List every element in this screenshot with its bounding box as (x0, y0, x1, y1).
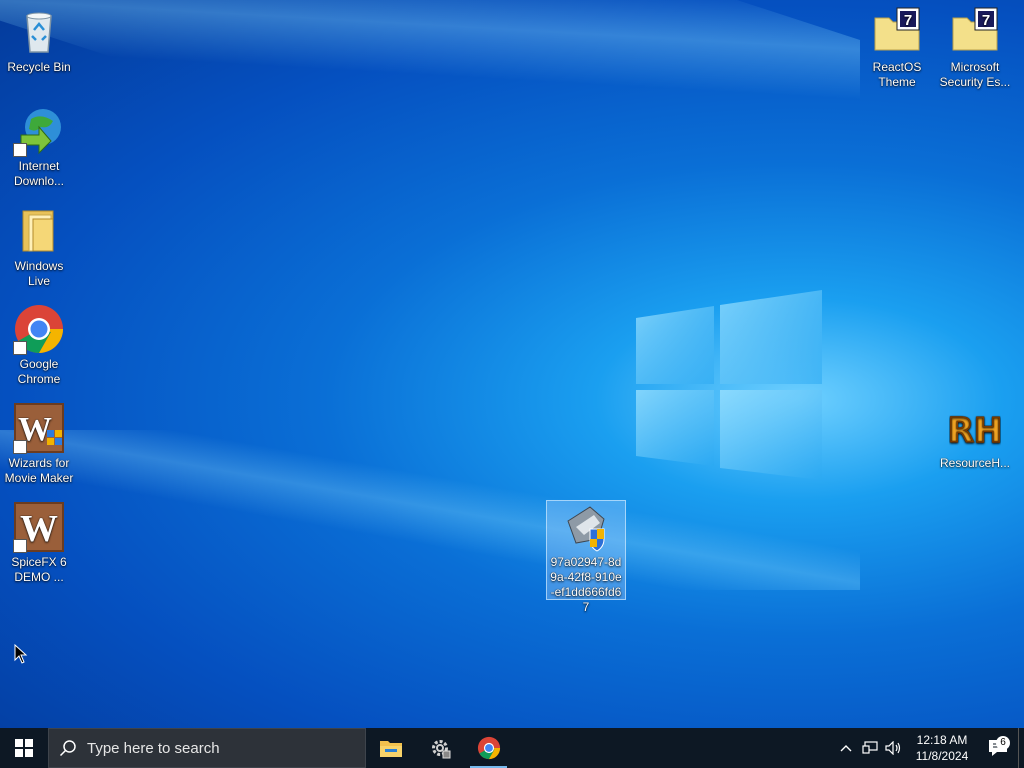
file-explorer-icon (379, 741, 402, 757)
desktop-icon-label: ResourceH... (939, 456, 1011, 470)
spicefx-w-icon: W (13, 501, 65, 553)
svg-text:7: 7 (904, 12, 912, 29)
chrome-icon (13, 303, 65, 355)
start-button[interactable] (0, 728, 48, 768)
taskbar-settings-app[interactable] (415, 728, 464, 768)
theme-folder-icon: 7 (949, 6, 1001, 58)
search-icon (49, 739, 87, 757)
search-placeholder: Type here to search (87, 739, 220, 757)
desktop-icon-label: Recycle Bin (7, 60, 71, 74)
shortcut-arrow-icon (13, 143, 27, 157)
desktop-icon-label: SpiceFX 6 DEMO ... (11, 555, 67, 584)
volume-icon[interactable] (882, 741, 906, 755)
show-desktop-button[interactable] (1018, 728, 1024, 768)
action-center-button[interactable]: 6 (978, 736, 1018, 757)
wallpaper-light-beam (0, 0, 860, 301)
desktop-icon-recycle-bin[interactable]: Recycle Bin (0, 6, 78, 75)
taskbar-clock[interactable]: 12:18 AM 11/8/2024 (912, 732, 972, 764)
chevron-up-icon[interactable] (834, 744, 858, 752)
wizards-w-icon: W (13, 402, 65, 454)
recycle-bin-icon (13, 6, 65, 58)
shortcut-arrow-icon (13, 440, 27, 454)
theme-folder-icon: 7 (871, 6, 923, 58)
taskbar-google-chrome[interactable] (464, 728, 513, 768)
svg-text:7: 7 (982, 12, 990, 29)
taskbar: Type here to search 12:18 AM 11/8/2024 6 (0, 728, 1024, 768)
network-icon[interactable] (858, 741, 882, 755)
desktop-icon-internet-download-manager[interactable]: Internet Downlo... (0, 105, 78, 189)
installer-shield-icon (560, 501, 612, 553)
notification-count-badge: 6 (996, 736, 1010, 750)
svg-text:RH: RH (949, 411, 1001, 451)
mouse-cursor-icon (14, 644, 28, 664)
desktop-icon-label: Windows Live (14, 259, 64, 288)
shortcut-arrow-icon (13, 539, 27, 553)
desktop-icon-label: Microsoft Security Es... (939, 60, 1011, 89)
shortcut-arrow-icon (13, 341, 27, 355)
desktop-icon-label: Wizards for Movie Maker (4, 456, 74, 485)
windows-logo-wallpaper (636, 290, 822, 480)
internet-download-manager-icon (13, 105, 65, 157)
gear-icon (431, 740, 450, 759)
folder-icon (13, 205, 65, 257)
desktop-icon-microsoft-security-essentials[interactable]: 7 Microsoft Security Es... (936, 6, 1014, 90)
desktop-icon-google-chrome[interactable]: Google Chrome (0, 303, 78, 387)
desktop-icon-resource-hacker[interactable]: RH ResourceH... (936, 402, 1014, 471)
desktop-icon-wizards-for-movie-maker[interactable]: W Wizards for Movie Maker (0, 402, 78, 486)
clock-date: 11/8/2024 (915, 749, 969, 763)
resource-hacker-rh-icon: RH (947, 402, 1003, 454)
system-tray: 12:18 AM 11/8/2024 6 (834, 728, 1024, 768)
desktop-icon-label: Internet Downlo... (13, 159, 65, 188)
desktop-icon-spicefx-6-demo[interactable]: W SpiceFX 6 DEMO ... (0, 501, 78, 585)
desktop-icon-installer-file[interactable]: 97a02947-8d9a-42f8-910e-ef1dd666fd67 (546, 500, 626, 614)
desktop-icon-reactos-theme[interactable]: 7 ReactOS Theme (858, 6, 936, 90)
desktop-icon-label: Google Chrome (17, 357, 61, 386)
taskbar-search-box[interactable]: Type here to search (48, 728, 366, 768)
desktop-icon-label: 97a02947-8d9a-42f8-910e-ef1dd666fd67 (550, 555, 622, 614)
clock-time: 12:18 AM (916, 733, 968, 747)
desktop-icon-label: ReactOS Theme (872, 60, 922, 89)
desktop-icon-windows-live[interactable]: Windows Live (0, 205, 78, 289)
chrome-icon (477, 736, 500, 760)
windows-start-icon (15, 739, 33, 757)
taskbar-file-explorer[interactable] (366, 728, 415, 768)
